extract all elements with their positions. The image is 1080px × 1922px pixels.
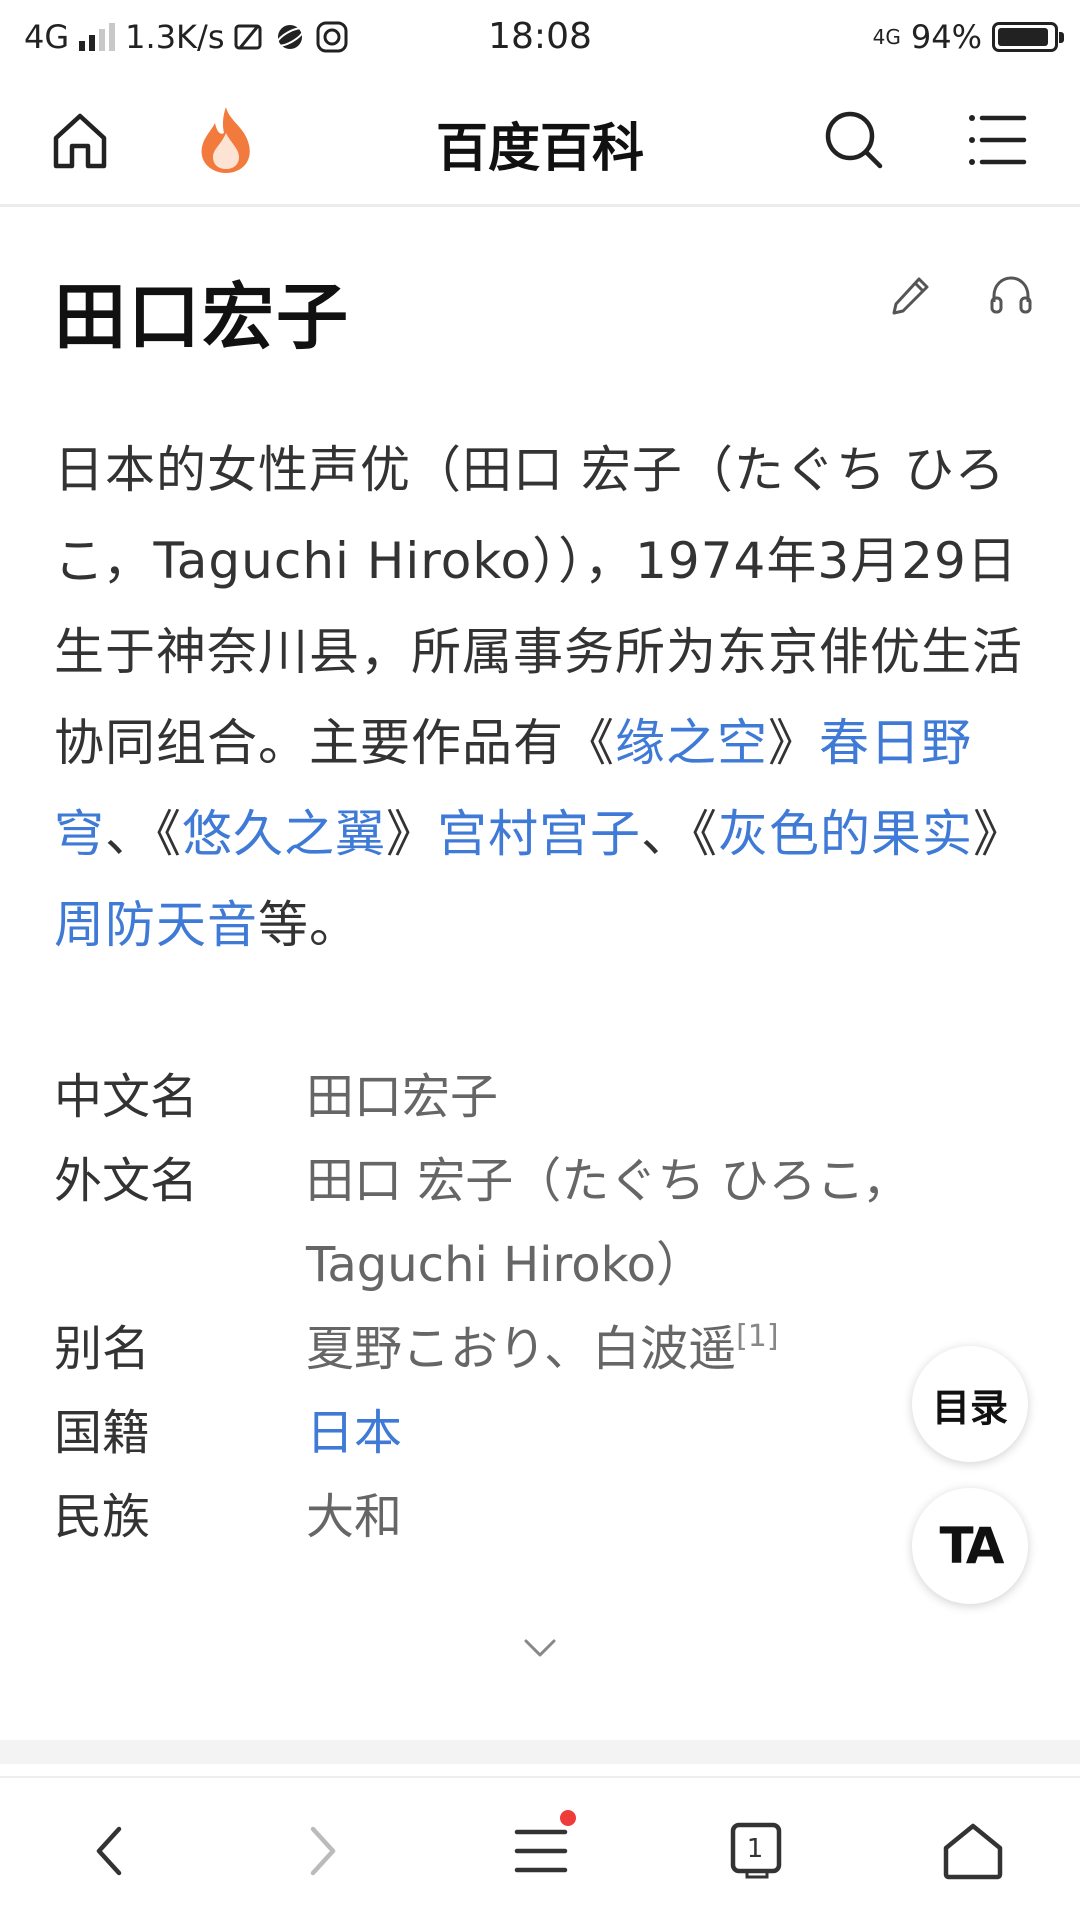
info-value: 大和: [306, 1489, 403, 1545]
info-label: 国籍: [54, 1405, 151, 1461]
section-divider: [0, 1740, 1080, 1764]
info-box: 中文名 田口宏子 外文名 田口 宏子（たぐち ひろこ，Taguchi Hirok…: [54, 1055, 1034, 1559]
pencil-icon: [892, 277, 929, 315]
info-label: 中文名: [54, 1069, 199, 1125]
menu-button[interactable]: [958, 100, 1038, 180]
link-work-3[interactable]: 灰色的果实: [718, 805, 973, 863]
chevron-right-icon: [310, 1826, 336, 1876]
link-work-1[interactable]: 缘之空: [615, 714, 768, 772]
search-icon: [825, 111, 883, 169]
summary-text: 》: [768, 714, 819, 772]
chevron-left-icon: [96, 1826, 122, 1876]
summary-text: 等。: [258, 896, 360, 954]
app-title: 百度百科: [435, 119, 644, 179]
link-work-2[interactable]: 悠久之翼: [182, 805, 386, 863]
forward-button[interactable]: [278, 1806, 368, 1896]
link-character-3[interactable]: 周防天音: [54, 896, 258, 954]
menu-icon: [969, 115, 1027, 165]
home-outline-icon: [943, 1823, 1003, 1880]
search-button[interactable]: [814, 100, 894, 180]
info-value: 夏野こおり、白波遥[1]: [306, 1307, 946, 1391]
summary-text: 、《: [641, 805, 718, 863]
top-nav: 百度百科: [0, 76, 1080, 207]
expand-chevron-icon[interactable]: [520, 1628, 560, 1668]
tabs-button[interactable]: 1: [712, 1806, 802, 1896]
font-size-button[interactable]: TA: [912, 1488, 1028, 1604]
info-label: 外文名: [54, 1153, 199, 1209]
summary-text: 、《: [105, 805, 182, 863]
status-right: 4G 94%: [872, 18, 1064, 56]
hamburger-icon: [514, 1829, 568, 1873]
info-row-chinese-name: 中文名 田口宏子: [54, 1055, 1034, 1139]
info-value: 田口宏子: [306, 1069, 499, 1125]
browser-menu-button[interactable]: [496, 1806, 586, 1896]
info-value: 田口 宏子（たぐち ひろこ，Taguchi Hiroko）: [306, 1153, 911, 1293]
title-tools: [886, 270, 1036, 320]
info-row-ethnicity: 民族 大和: [54, 1475, 1034, 1559]
reference-link[interactable]: [1]: [736, 1319, 779, 1354]
alias-text: 夏野こおり、白波遥: [306, 1321, 737, 1377]
entry-title: 田口宏子: [54, 275, 351, 359]
battery-percent: 94%: [910, 18, 982, 56]
back-button[interactable]: [64, 1806, 154, 1896]
summary-paragraph: 日本的女性声优（田口 宏子（たぐち ひろこ，Taguchi Hiroko）），1…: [54, 425, 1034, 971]
info-label: 别名: [54, 1321, 151, 1377]
info-row-alias: 别名 夏野こおり、白波遥[1]: [54, 1307, 1034, 1391]
edit-button[interactable]: [886, 270, 936, 320]
listen-button[interactable]: [986, 270, 1036, 320]
browser-bottom-bar: 1: [0, 1776, 1080, 1922]
info-label: 民族: [54, 1489, 151, 1545]
summary-text: 》: [386, 805, 437, 863]
status-bar: 4G 1.3K/s 18:08 4G 94%: [0, 0, 1080, 76]
notification-dot: [560, 1810, 576, 1826]
headphones-icon: [990, 276, 1032, 314]
battery-icon: [992, 22, 1064, 52]
table-of-contents-button[interactable]: 目录: [912, 1346, 1028, 1462]
tabs-count: 1: [746, 1834, 764, 1864]
browser-home-button[interactable]: [928, 1806, 1018, 1896]
info-row-nationality: 国籍 日本: [54, 1391, 1034, 1475]
info-row-foreign-name: 外文名 田口 宏子（たぐち ひろこ，Taguchi Hiroko）: [54, 1139, 1034, 1307]
summary-text: 》: [973, 805, 1024, 863]
link-character-2[interactable]: 宫村宫子: [437, 805, 641, 863]
nationality-link[interactable]: 日本: [306, 1391, 946, 1475]
network-4g-label: 4G: [872, 25, 901, 49]
